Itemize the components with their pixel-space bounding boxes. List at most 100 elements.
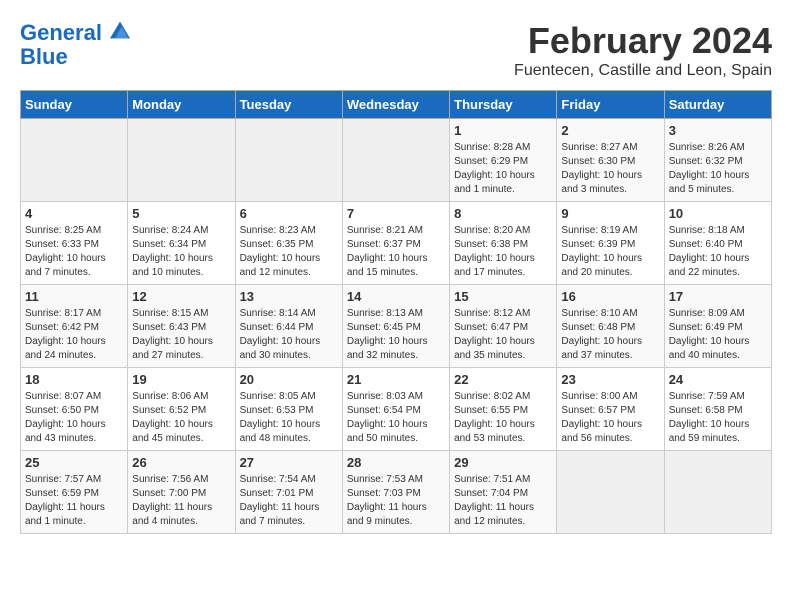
calendar-cell: 19Sunrise: 8:06 AM Sunset: 6:52 PM Dayli… xyxy=(128,368,235,451)
day-number: 27 xyxy=(240,455,338,470)
day-number: 18 xyxy=(25,372,123,387)
calendar-cell: 16 Sunrise: 8:10 AM Sunset: 6:48 PM Dayli… xyxy=(557,285,664,368)
day-info: Sunrise: 7:53 AM Sunset: 7:03 PM Dayligh… xyxy=(347,473,445,529)
calendar-cell: 18Sunrise: 8:07 AM Sunset: 6:50 PM Dayli… xyxy=(21,368,128,451)
calendar-cell: 1Sunrise: 8:28 AM Sunset: 6:29 PM Daylig… xyxy=(450,119,557,202)
day-info: Sunrise: 8:23 AM Sunset: 6:35 PM Dayligh… xyxy=(240,224,338,280)
header-tuesday: Tuesday xyxy=(235,91,342,119)
calendar-cell: 9 Sunrise: 8:19 AM Sunset: 6:39 PM Daylig… xyxy=(557,202,664,285)
calendar-cell: 15 Sunrise: 8:12 AM Sunset: 6:47 PM Dayli… xyxy=(450,285,557,368)
header-wednesday: Wednesday xyxy=(342,91,449,119)
day-info: Sunrise: 8:05 AM Sunset: 6:53 PM Dayligh… xyxy=(240,390,338,446)
day-info: Sunrise: 8:14 AM Sunset: 6:44 PM Dayligh… xyxy=(240,307,338,363)
header-saturday: Saturday xyxy=(664,91,771,119)
day-number: 9 xyxy=(561,206,659,221)
day-number: 8 xyxy=(454,206,552,221)
calendar-cell: 3 Sunrise: 8:26 AM Sunset: 6:32 PM Daylig… xyxy=(664,119,771,202)
day-number: 29 xyxy=(454,455,552,470)
day-info: Sunrise: 8:19 AM Sunset: 6:39 PM Dayligh… xyxy=(561,224,659,280)
calendar-cell: 4 Sunrise: 8:25 AM Sunset: 6:33 PM Daylig… xyxy=(21,202,128,285)
day-number: 22 xyxy=(454,372,552,387)
day-info: Sunrise: 8:12 AM Sunset: 6:47 PM Dayligh… xyxy=(454,307,552,363)
calendar-cell: 10Sunrise: 8:18 AM Sunset: 6:40 PM Dayli… xyxy=(664,202,771,285)
calendar-table: SundayMondayTuesdayWednesdayThursdayFrid… xyxy=(20,90,772,534)
day-number: 23 xyxy=(561,372,659,387)
calendar-cell: 11 Sunrise: 8:17 AM Sunset: 6:42 PM Dayli… xyxy=(21,285,128,368)
day-number: 16 xyxy=(561,289,659,304)
calendar-cell: 20 Sunrise: 8:05 AM Sunset: 6:53 PM Dayli… xyxy=(235,368,342,451)
week-row-4: 25 Sunrise: 7:57 AM Sunset: 6:59 PM Dayli… xyxy=(21,451,772,534)
day-info: Sunrise: 8:13 AM Sunset: 6:45 PM Dayligh… xyxy=(347,307,445,363)
calendar-cell: 27 Sunrise: 7:54 AM Sunset: 7:01 PM Dayli… xyxy=(235,451,342,534)
calendar-body: 1Sunrise: 8:28 AM Sunset: 6:29 PM Daylig… xyxy=(21,119,772,534)
day-number: 25 xyxy=(25,455,123,470)
day-info: Sunrise: 7:54 AM Sunset: 7:01 PM Dayligh… xyxy=(240,473,338,529)
day-info: Sunrise: 8:03 AM Sunset: 6:54 PM Dayligh… xyxy=(347,390,445,446)
header-monday: Monday xyxy=(128,91,235,119)
day-info: Sunrise: 7:59 AM Sunset: 6:58 PM Dayligh… xyxy=(669,390,767,446)
day-number: 17 xyxy=(669,289,767,304)
day-info: Sunrise: 8:24 AM Sunset: 6:34 PM Dayligh… xyxy=(132,224,230,280)
day-number: 19 xyxy=(132,372,230,387)
calendar-cell xyxy=(342,119,449,202)
logo: General Blue xyxy=(20,20,130,69)
calendar-cell: 22 Sunrise: 8:02 AM Sunset: 6:55 PM Dayli… xyxy=(450,368,557,451)
day-number: 6 xyxy=(240,206,338,221)
day-info: Sunrise: 7:57 AM Sunset: 6:59 PM Dayligh… xyxy=(25,473,123,529)
calendar-cell: 14 Sunrise: 8:13 AM Sunset: 6:45 PM Dayli… xyxy=(342,285,449,368)
header-sunday: Sunday xyxy=(21,91,128,119)
day-info: Sunrise: 8:21 AM Sunset: 6:37 PM Dayligh… xyxy=(347,224,445,280)
calendar-cell: 13 Sunrise: 8:14 AM Sunset: 6:44 PM Dayli… xyxy=(235,285,342,368)
day-info: Sunrise: 8:15 AM Sunset: 6:43 PM Dayligh… xyxy=(132,307,230,363)
calendar-cell: 7 Sunrise: 8:21 AM Sunset: 6:37 PM Daylig… xyxy=(342,202,449,285)
calendar-cell: 28Sunrise: 7:53 AM Sunset: 7:03 PM Dayli… xyxy=(342,451,449,534)
week-row-3: 18Sunrise: 8:07 AM Sunset: 6:50 PM Dayli… xyxy=(21,368,772,451)
location-title: Fuentecen, Castille and Leon, Spain xyxy=(514,62,772,80)
day-info: Sunrise: 8:09 AM Sunset: 6:49 PM Dayligh… xyxy=(669,307,767,363)
calendar-cell: 21Sunrise: 8:03 AM Sunset: 6:54 PM Dayli… xyxy=(342,368,449,451)
calendar-cell: 8 Sunrise: 8:20 AM Sunset: 6:38 PM Daylig… xyxy=(450,202,557,285)
calendar-cell: 23 Sunrise: 8:00 AM Sunset: 6:57 PM Dayli… xyxy=(557,368,664,451)
day-info: Sunrise: 7:56 AM Sunset: 7:00 PM Dayligh… xyxy=(132,473,230,529)
header-friday: Friday xyxy=(557,91,664,119)
calendar-cell xyxy=(21,119,128,202)
page-header: General Blue February 2024 Fuentecen, Ca… xyxy=(20,20,772,80)
day-number: 15 xyxy=(454,289,552,304)
day-number: 26 xyxy=(132,455,230,470)
week-row-0: 1Sunrise: 8:28 AM Sunset: 6:29 PM Daylig… xyxy=(21,119,772,202)
calendar-cell: 26 Sunrise: 7:56 AM Sunset: 7:00 PM Dayli… xyxy=(128,451,235,534)
day-info: Sunrise: 8:17 AM Sunset: 6:42 PM Dayligh… xyxy=(25,307,123,363)
day-number: 11 xyxy=(25,289,123,304)
calendar-cell xyxy=(128,119,235,202)
day-number: 13 xyxy=(240,289,338,304)
calendar-cell: 12 Sunrise: 8:15 AM Sunset: 6:43 PM Dayli… xyxy=(128,285,235,368)
calendar-cell: 6 Sunrise: 8:23 AM Sunset: 6:35 PM Daylig… xyxy=(235,202,342,285)
calendar-cell xyxy=(235,119,342,202)
day-number: 12 xyxy=(132,289,230,304)
month-title: February 2024 xyxy=(514,20,772,62)
day-info: Sunrise: 8:25 AM Sunset: 6:33 PM Dayligh… xyxy=(25,224,123,280)
day-number: 2 xyxy=(561,123,659,138)
day-info: Sunrise: 8:00 AM Sunset: 6:57 PM Dayligh… xyxy=(561,390,659,446)
day-info: Sunrise: 8:20 AM Sunset: 6:38 PM Dayligh… xyxy=(454,224,552,280)
calendar-cell xyxy=(664,451,771,534)
day-info: Sunrise: 8:02 AM Sunset: 6:55 PM Dayligh… xyxy=(454,390,552,446)
calendar-cell xyxy=(557,451,664,534)
day-info: Sunrise: 8:27 AM Sunset: 6:30 PM Dayligh… xyxy=(561,141,659,197)
day-number: 20 xyxy=(240,372,338,387)
day-number: 7 xyxy=(347,206,445,221)
day-number: 3 xyxy=(669,123,767,138)
day-number: 10 xyxy=(669,206,767,221)
week-row-2: 11 Sunrise: 8:17 AM Sunset: 6:42 PM Dayli… xyxy=(21,285,772,368)
calendar-cell: 5 Sunrise: 8:24 AM Sunset: 6:34 PM Daylig… xyxy=(128,202,235,285)
calendar-cell: 29Sunrise: 7:51 AM Sunset: 7:04 PM Dayli… xyxy=(450,451,557,534)
day-info: Sunrise: 8:28 AM Sunset: 6:29 PM Dayligh… xyxy=(454,141,552,197)
calendar-cell: 25 Sunrise: 7:57 AM Sunset: 6:59 PM Dayli… xyxy=(21,451,128,534)
calendar-cell: 2 Sunrise: 8:27 AM Sunset: 6:30 PM Daylig… xyxy=(557,119,664,202)
day-number: 14 xyxy=(347,289,445,304)
day-number: 4 xyxy=(25,206,123,221)
day-info: Sunrise: 8:26 AM Sunset: 6:32 PM Dayligh… xyxy=(669,141,767,197)
week-row-1: 4 Sunrise: 8:25 AM Sunset: 6:33 PM Daylig… xyxy=(21,202,772,285)
day-number: 5 xyxy=(132,206,230,221)
day-info: Sunrise: 8:10 AM Sunset: 6:48 PM Dayligh… xyxy=(561,307,659,363)
